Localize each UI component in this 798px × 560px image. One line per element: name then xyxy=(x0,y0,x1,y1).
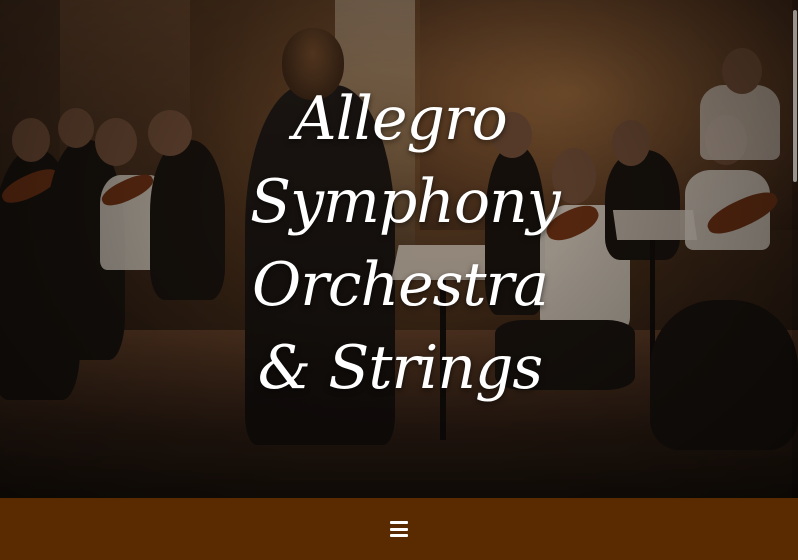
scrollbar[interactable] xyxy=(792,0,798,498)
page: Allegro Symphony Orchestra & Strings xyxy=(0,0,798,560)
navbar xyxy=(0,498,798,560)
hero-title: Allegro Symphony Orchestra & Strings xyxy=(250,84,561,403)
menu-button[interactable] xyxy=(385,515,413,543)
hamburger-menu-icon xyxy=(390,521,408,537)
scrollbar-thumb[interactable] xyxy=(793,10,797,182)
hero-section: Allegro Symphony Orchestra & Strings xyxy=(0,0,798,498)
